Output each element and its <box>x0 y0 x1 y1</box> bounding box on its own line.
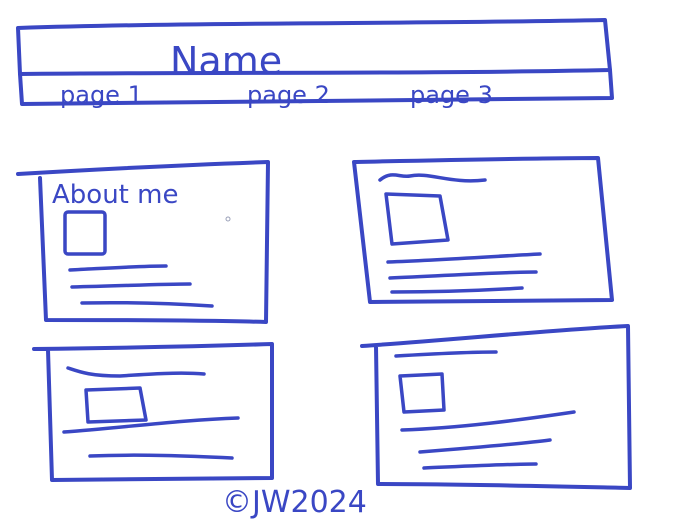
text-line <box>62 416 240 434</box>
wireframe-sketch: Name page 1 page 2 page 3 About me ©JW20… <box>16 18 632 520</box>
image-placeholder <box>84 386 148 424</box>
nav-link-page-2[interactable]: page 2 <box>247 81 330 109</box>
text-line <box>70 282 192 289</box>
nav-link-page-3[interactable]: page 3 <box>410 81 493 109</box>
text-line <box>400 410 576 432</box>
text-line <box>418 438 552 454</box>
card-2 <box>352 156 614 304</box>
card-about-me: About me <box>16 160 270 324</box>
header-bar: Name page 1 page 2 page 3 <box>16 18 614 109</box>
text-line <box>68 264 168 272</box>
text-line <box>422 462 538 470</box>
heading-scribble <box>394 350 498 358</box>
image-placeholder <box>398 372 446 414</box>
text-line <box>390 286 524 294</box>
footer-copyright: ©JW2024 <box>222 485 367 520</box>
nav-link-page-1[interactable]: page 1 <box>60 81 143 109</box>
card-3 <box>32 342 274 482</box>
card-4 <box>360 324 632 490</box>
text-line <box>386 252 542 264</box>
site-title: Name <box>170 39 282 83</box>
heading-scribble <box>66 366 206 378</box>
heading-scribble <box>378 173 487 183</box>
image-placeholder <box>63 210 107 256</box>
card-heading: About me <box>52 180 178 210</box>
text-line <box>388 270 538 280</box>
text-line <box>88 453 234 460</box>
image-placeholder <box>384 192 450 246</box>
text-line <box>80 300 214 308</box>
